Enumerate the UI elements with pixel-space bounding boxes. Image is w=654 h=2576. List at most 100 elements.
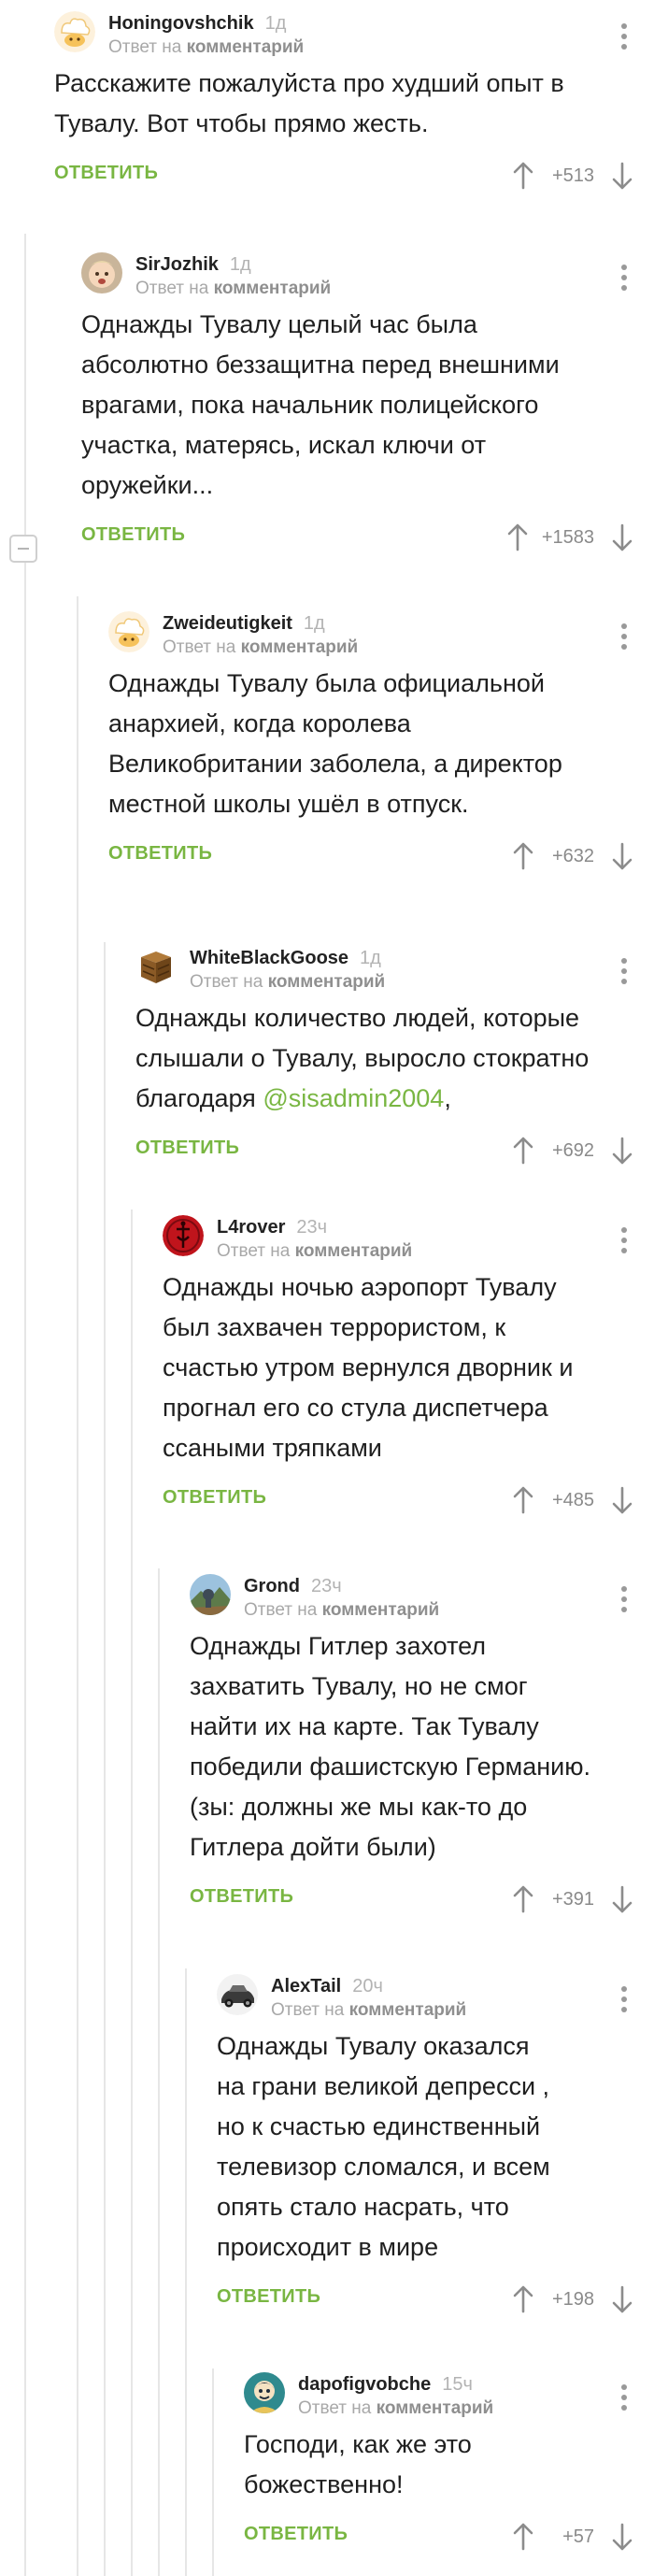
vote-controls: +692 bbox=[505, 1132, 641, 1169]
vote-controls: +1583 bbox=[499, 519, 641, 556]
comment-text: Расскажите пожалуйста про худший опыт в … bbox=[54, 69, 564, 137]
user-avatar[interactable] bbox=[81, 252, 122, 293]
comment-rating: +692 bbox=[551, 1139, 594, 1161]
parent-comment-link[interactable]: комментарий bbox=[377, 2398, 494, 2418]
reply-to-prefix: Ответ на bbox=[217, 1241, 291, 1261]
user-avatar[interactable] bbox=[244, 2372, 285, 2413]
downvote-arrow-icon[interactable] bbox=[604, 2281, 641, 2318]
comment-header: dapofigvobche 15ч Ответ на комментарий bbox=[244, 2361, 654, 2419]
reply-button[interactable]: ОТВЕТИТЬ bbox=[244, 2524, 348, 2545]
reply-button[interactable]: ОТВЕТИТЬ bbox=[163, 1487, 266, 1509]
comment-actions: ОТВЕТИТЬ +632 bbox=[108, 830, 654, 884]
comment: dapofigvobche 15ч Ответ на комментарий Го… bbox=[244, 2361, 654, 2565]
more-options-icon[interactable] bbox=[620, 1585, 628, 1613]
upvote-arrow-icon[interactable] bbox=[505, 2281, 542, 2318]
username-link[interactable]: Grond bbox=[244, 1576, 300, 1596]
collapse-thread-button[interactable] bbox=[9, 535, 37, 563]
comment-header: Zweideutigkeit 1д Ответ на комментарий bbox=[108, 600, 654, 658]
comment-text: Однажды Гитлер захотел захватить Тувалу,… bbox=[190, 1632, 590, 1861]
more-options-icon[interactable] bbox=[620, 623, 628, 651]
reply-button[interactable]: ОТВЕТИТЬ bbox=[81, 524, 185, 546]
user-avatar[interactable] bbox=[163, 1215, 204, 1256]
comment-rating: +198 bbox=[551, 2288, 594, 2310]
more-options-icon[interactable] bbox=[620, 2383, 628, 2411]
user-line: Honingovshchik 1д bbox=[108, 13, 286, 34]
username-link[interactable]: Honingovshchik bbox=[108, 13, 254, 34]
more-options-icon[interactable] bbox=[620, 957, 628, 985]
parent-comment-link[interactable]: комментарий bbox=[241, 637, 359, 657]
reply-button[interactable]: ОТВЕТИТЬ bbox=[135, 1138, 239, 1159]
comment-rating: +57 bbox=[562, 2526, 594, 2547]
reply-to-line: Ответ на комментарий bbox=[108, 37, 304, 58]
comment-actions: ОТВЕТИТЬ +485 bbox=[163, 1474, 654, 1528]
comment-time: 1д bbox=[360, 948, 381, 968]
user-avatar[interactable] bbox=[135, 946, 177, 987]
upvote-arrow-icon[interactable] bbox=[505, 1881, 542, 1918]
reply-button[interactable]: ОТВЕТИТЬ bbox=[54, 163, 158, 184]
reply-button[interactable]: ОТВЕТИТЬ bbox=[217, 2286, 320, 2308]
downvote-arrow-icon[interactable] bbox=[604, 1881, 641, 1918]
parent-comment-link[interactable]: комментарий bbox=[214, 279, 332, 298]
more-options-icon[interactable] bbox=[620, 1985, 628, 2013]
comment-time: 20ч bbox=[352, 1976, 383, 1996]
upvote-arrow-icon[interactable] bbox=[505, 157, 542, 194]
user-avatar[interactable] bbox=[217, 1974, 258, 2015]
comment-text: Однажды Тувалу целый час была абсолютно … bbox=[81, 310, 560, 499]
downvote-arrow-icon[interactable] bbox=[604, 1481, 641, 1519]
comment-text: Господи, как же это божественно! bbox=[244, 2430, 472, 2498]
downvote-arrow-icon[interactable] bbox=[604, 519, 641, 556]
upvote-arrow-icon[interactable] bbox=[505, 837, 542, 875]
comment-time: 23ч bbox=[311, 1576, 342, 1596]
vote-controls: +391 bbox=[505, 1881, 641, 1918]
user-avatar[interactable] bbox=[190, 1574, 231, 1615]
downvote-arrow-icon[interactable] bbox=[604, 157, 641, 194]
reply-to-prefix: Ответ на bbox=[163, 637, 236, 657]
parent-comment-link[interactable]: комментарий bbox=[187, 37, 305, 57]
thread-line bbox=[212, 2368, 214, 2576]
upvote-arrow-icon[interactable] bbox=[499, 519, 536, 556]
downvote-arrow-icon[interactable] bbox=[604, 1132, 641, 1169]
more-options-icon[interactable] bbox=[620, 22, 628, 50]
comment-header: L4rover 23ч Ответ на комментарий bbox=[163, 1204, 654, 1262]
user-mention-link[interactable]: @sisadmin2004 bbox=[263, 1084, 444, 1112]
reply-to-line: Ответ на комментарий bbox=[190, 972, 385, 993]
parent-comment-link[interactable]: комментарий bbox=[295, 1241, 413, 1261]
comment: L4rover 23ч Ответ на комментарий Однажды … bbox=[163, 1204, 654, 1528]
upvote-arrow-icon[interactable] bbox=[505, 1132, 542, 1169]
user-line: SirJozhik 1д bbox=[135, 254, 251, 275]
comment: Zweideutigkeit 1д Ответ на комментарий Од… bbox=[108, 600, 654, 884]
username-link[interactable]: AlexTail bbox=[271, 1976, 341, 1996]
comment-header: SirJozhik 1д Ответ на комментарий bbox=[81, 241, 654, 299]
comment-rating: +632 bbox=[551, 845, 594, 866]
more-options-icon[interactable] bbox=[620, 1226, 628, 1254]
reply-button[interactable]: ОТВЕТИТЬ bbox=[190, 1886, 293, 1908]
comment-actions: ОТВЕТИТЬ +692 bbox=[135, 1124, 654, 1179]
username-link[interactable]: WhiteBlackGoose bbox=[190, 948, 348, 968]
comment-rating: +513 bbox=[551, 165, 594, 186]
parent-comment-link[interactable]: комментарий bbox=[322, 1600, 440, 1620]
parent-comment-link[interactable]: комментарий bbox=[349, 2000, 467, 2020]
username-link[interactable]: L4rover bbox=[217, 1217, 285, 1238]
username-link[interactable]: dapofigvobche bbox=[298, 2374, 431, 2395]
user-line: dapofigvobche 15ч bbox=[298, 2374, 473, 2395]
vote-controls: +632 bbox=[505, 837, 641, 875]
username-link[interactable]: SirJozhik bbox=[135, 254, 219, 275]
comment-actions: ОТВЕТИТЬ +198 bbox=[217, 2273, 654, 2327]
comment: SirJozhik 1д Ответ на комментарий Однажды… bbox=[81, 241, 654, 565]
reply-button[interactable]: ОТВЕТИТЬ bbox=[108, 843, 212, 865]
comment-header: Honingovshchik 1д Ответ на комментарий bbox=[54, 0, 654, 58]
upvote-arrow-icon[interactable] bbox=[505, 2518, 542, 2555]
downvote-arrow-icon[interactable] bbox=[604, 2518, 641, 2555]
parent-comment-link[interactable]: комментарий bbox=[268, 972, 386, 992]
more-options-icon[interactable] bbox=[620, 264, 628, 292]
comment-actions: ОТВЕТИТЬ +391 bbox=[190, 1873, 654, 1927]
user-avatar[interactable] bbox=[108, 611, 149, 652]
upvote-arrow-icon[interactable] bbox=[505, 1481, 542, 1519]
comment-rating: +485 bbox=[551, 1489, 594, 1510]
thread-line bbox=[185, 1968, 187, 2576]
downvote-arrow-icon[interactable] bbox=[604, 837, 641, 875]
comment-text: Однажды количество людей, которые слышал… bbox=[135, 993, 654, 1119]
reply-to-line: Ответ на комментарий bbox=[163, 637, 358, 658]
username-link[interactable]: Zweideutigkeit bbox=[163, 613, 292, 634]
user-avatar[interactable] bbox=[54, 11, 95, 52]
